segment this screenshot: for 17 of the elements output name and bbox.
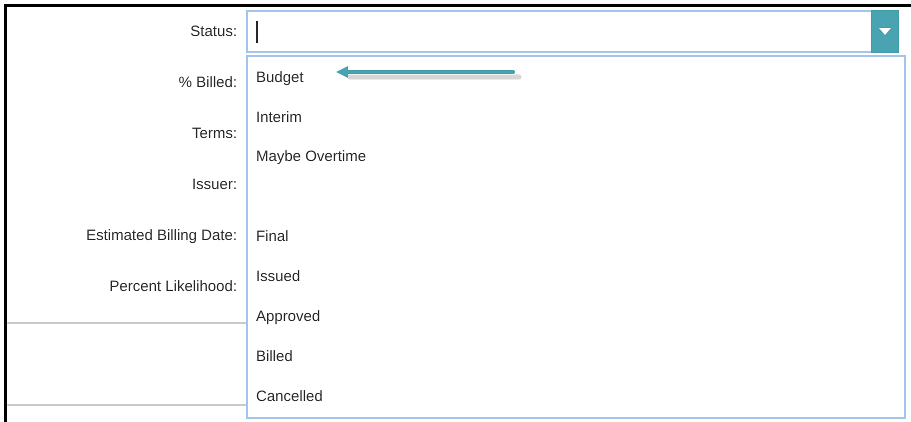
dropdown-option[interactable]: Approved bbox=[248, 297, 904, 338]
dropdown-option[interactable]: Issued bbox=[248, 257, 904, 298]
dropdown-option[interactable]: Final bbox=[248, 218, 904, 258]
field-label: Estimated Billing Date: bbox=[86, 226, 237, 246]
dropdown-option[interactable]: Cancelled bbox=[248, 377, 904, 418]
dropdown-button[interactable] bbox=[871, 10, 899, 53]
field-label: Status: bbox=[190, 22, 237, 42]
dropdown-option[interactable]: Budget bbox=[248, 58, 904, 98]
dropdown-option[interactable]: Billed bbox=[248, 337, 904, 378]
text-cursor bbox=[256, 20, 258, 42]
field-label: Terms: bbox=[192, 124, 237, 144]
dropdown-option[interactable]: Maybe Overtime bbox=[248, 138, 904, 178]
field-label: Issuer: bbox=[192, 175, 237, 196]
field-label: Percent Likelihood: bbox=[109, 277, 237, 298]
caret-down-icon bbox=[879, 28, 891, 35]
field-label: % Billed: bbox=[178, 73, 237, 94]
dropdown-option[interactable]: Interim bbox=[248, 98, 904, 138]
